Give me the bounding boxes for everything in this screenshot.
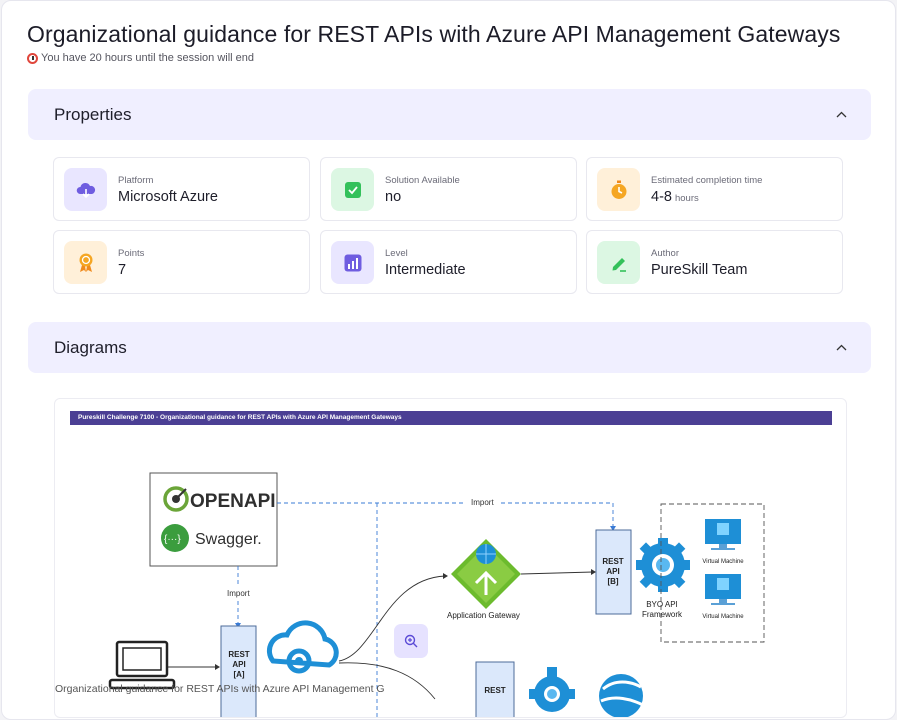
virtual-machine-icon bbox=[705, 574, 741, 605]
swagger-logo-icon: {···} bbox=[161, 524, 189, 552]
openapi-box bbox=[149, 472, 278, 567]
pen-icon bbox=[597, 241, 640, 284]
property-tile-solution: Solution Available no bbox=[320, 157, 577, 221]
property-value: PureSkill Team bbox=[651, 262, 748, 278]
rest-a-line-3: [A] bbox=[233, 670, 244, 679]
virtual-machine-icon bbox=[705, 519, 741, 550]
diagram-caption: Organizational guidance for REST APIs wi… bbox=[55, 683, 385, 695]
gear-icon bbox=[636, 538, 690, 592]
property-tile-points: Points 7 bbox=[53, 230, 310, 294]
diagrams-section-label: Diagrams bbox=[54, 337, 127, 357]
checkbox-icon bbox=[331, 168, 374, 211]
svg-text:{···}: {···} bbox=[164, 534, 181, 545]
time-range-value: 4-8 bbox=[651, 189, 672, 205]
rest-c-label: REST bbox=[484, 686, 505, 695]
laptop-icon bbox=[108, 640, 176, 690]
architecture-diagram[interactable]: Pureskill Challenge 7100 - Organizationa… bbox=[54, 398, 847, 718]
diagram-canvas: OPENAPI {···} Swagger. Import Import App… bbox=[108, 472, 765, 717]
swagger-label: Swagger. bbox=[195, 531, 262, 548]
import-label-left: Import bbox=[227, 589, 250, 598]
chevron-up-icon[interactable] bbox=[835, 109, 847, 121]
properties-section-label: Properties bbox=[54, 104, 132, 124]
property-tile-level: Level Intermediate bbox=[320, 230, 577, 294]
application-gateway-icon bbox=[451, 539, 521, 609]
gear-icon bbox=[529, 667, 575, 712]
zoom-button[interactable] bbox=[394, 624, 428, 658]
rest-a-line-1: REST bbox=[228, 650, 249, 659]
property-caption: Author bbox=[651, 248, 679, 259]
rest-b-line-1: REST bbox=[602, 557, 623, 566]
property-value: 7 bbox=[118, 262, 127, 278]
rest-b-line-3: [B] bbox=[607, 577, 618, 586]
cloud-download-icon bbox=[64, 168, 107, 211]
challenge-card: Organizational guidance for REST APIs wi… bbox=[1, 0, 896, 720]
alarm-clock-icon bbox=[27, 52, 38, 64]
byo-line-2: Framework bbox=[642, 610, 683, 619]
globe-icon bbox=[599, 674, 644, 717]
property-value: no bbox=[385, 189, 402, 205]
api-management-cloud-icon bbox=[266, 620, 339, 674]
property-caption: Platform bbox=[118, 175, 154, 186]
zoom-in-icon bbox=[404, 634, 418, 648]
property-value: Intermediate bbox=[385, 262, 466, 278]
page-title: Organizational guidance for REST APIs wi… bbox=[27, 21, 841, 47]
property-tile-time: Estimated completion time 4-8 hours bbox=[586, 157, 843, 221]
vm-label-2: Virtual Machine bbox=[702, 614, 744, 620]
property-caption: Level bbox=[385, 248, 408, 259]
property-caption: Estimated completion time bbox=[651, 175, 763, 186]
vm-label-1: Virtual Machine bbox=[702, 559, 744, 565]
property-caption: Solution Available bbox=[385, 175, 460, 186]
property-value: Microsoft Azure bbox=[118, 189, 218, 205]
bar-chart-icon bbox=[331, 241, 374, 284]
import-label-top: Import bbox=[471, 498, 494, 507]
rest-a-line-2: API bbox=[232, 660, 245, 669]
rest-b-line-2: API bbox=[606, 567, 619, 576]
award-icon bbox=[64, 241, 107, 284]
properties-section-header[interactable]: Properties bbox=[28, 89, 871, 140]
byo-line-1: BYO API bbox=[646, 600, 678, 609]
property-caption: Points bbox=[118, 248, 145, 259]
property-value: 4-8 hours bbox=[651, 189, 699, 205]
diagrams-section-header[interactable]: Diagrams bbox=[28, 322, 871, 373]
property-tile-author: Author PureSkill Team bbox=[586, 230, 843, 294]
session-text: You have 20 hours until the session will… bbox=[41, 52, 255, 64]
chevron-up-icon[interactable] bbox=[835, 342, 847, 354]
property-tile-platform: Platform Microsoft Azure bbox=[53, 157, 310, 221]
gateway-label: Application Gateway bbox=[447, 611, 520, 620]
session-notice: You have 20 hours until the session will… bbox=[27, 52, 254, 64]
openapi-label: OPENAPI bbox=[190, 491, 276, 512]
time-unit: hours bbox=[674, 193, 699, 204]
stopwatch-icon bbox=[597, 168, 640, 211]
